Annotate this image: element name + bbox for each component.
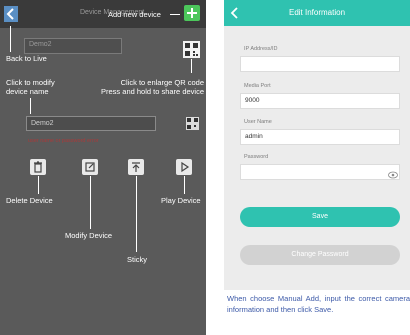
enlarge-qr-line1: Click to enlarge QR code: [120, 78, 204, 87]
add-device-button[interactable]: [184, 5, 200, 21]
media-port-input[interactable]: 9000: [240, 93, 400, 109]
qr-code-icon: [187, 118, 198, 129]
device-row-ghost-name: Demo2: [29, 41, 52, 48]
qr-code-button[interactable]: [183, 41, 200, 58]
plus-icon: [187, 8, 197, 18]
annotation-arrow: [38, 176, 39, 194]
pin-top-icon: [132, 162, 140, 172]
save-button[interactable]: Save: [240, 207, 400, 227]
page-title: Edit Information: [288, 8, 346, 17]
click-to-modify-line2: device name: [6, 87, 49, 96]
device-row-ghost[interactable]: Demo2: [24, 38, 122, 54]
error-text: user name or password error: [28, 138, 99, 144]
play-icon: [181, 161, 190, 173]
annotation-arrow: [90, 176, 91, 229]
click-to-modify-annotation: Click to modify device name: [6, 78, 55, 96]
edit-icon: [85, 162, 95, 172]
modify-device-annotation: Modify Device: [65, 231, 113, 240]
back-button[interactable]: [4, 6, 18, 22]
annotation-arrow: [10, 26, 11, 52]
enlarge-qr-line2: Press and hold to share device: [101, 87, 204, 96]
annotation-arrow: [191, 59, 192, 73]
trash-icon: [34, 161, 42, 173]
add-new-device-annotation: Add new device: [108, 10, 161, 19]
chevron-left-icon: [6, 8, 14, 20]
delete-device-button[interactable]: [30, 159, 46, 175]
click-to-modify-line1: Click to modify: [6, 78, 55, 87]
user-name-input[interactable]: admin: [240, 129, 400, 145]
qr-code-small[interactable]: [186, 117, 199, 130]
edit-information-screen: Edit Information IP Address/ID Media Por…: [224, 0, 410, 290]
password-input[interactable]: [240, 164, 400, 180]
user-name-label: User Name: [244, 119, 272, 125]
back-to-live-annotation: Back to Live: [6, 54, 47, 63]
enlarge-qr-annotation: Click to enlarge QR code Press and hold …: [88, 78, 204, 96]
annotation-arrow: [170, 14, 180, 15]
password-label: Password: [244, 154, 269, 160]
delete-device-annotation: Delete Device: [6, 196, 53, 205]
sticky-annotation: Sticky: [127, 255, 148, 264]
change-password-button[interactable]: Change Password: [240, 245, 400, 265]
annotation-arrow: [30, 98, 31, 114]
modify-device-button[interactable]: [82, 159, 98, 175]
ip-address-input[interactable]: [240, 56, 400, 72]
ip-address-label: IP Address/ID: [244, 46, 278, 52]
qr-code-icon: [185, 43, 198, 56]
sticky-button[interactable]: [128, 159, 144, 175]
play-device-annotation: Play Device: [161, 196, 201, 205]
device-management-panel: Device Management Add new device Demo2 B…: [0, 0, 206, 335]
media-port-label: Media Port: [244, 83, 271, 89]
annotation-arrow: [184, 176, 185, 194]
play-device-button[interactable]: [176, 159, 192, 175]
device-name-field[interactable]: Demo2: [26, 116, 156, 131]
caption-text: When choose Manual Add, input the correc…: [227, 294, 410, 314]
eye-icon[interactable]: [388, 167, 398, 179]
annotation-arrow: [136, 176, 137, 252]
